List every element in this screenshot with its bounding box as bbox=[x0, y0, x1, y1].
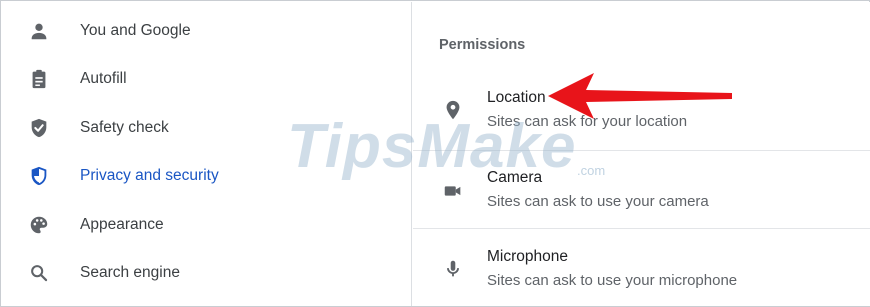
sidebar-item-safety-check[interactable]: Safety check bbox=[2, 108, 412, 148]
microphone-icon bbox=[441, 257, 465, 281]
camera-icon bbox=[441, 179, 465, 203]
permission-title: Location bbox=[487, 89, 546, 106]
settings-window: You and Google Autofill Safety check Pri… bbox=[0, 0, 870, 307]
sidebar-item-label: You and Google bbox=[80, 22, 191, 39]
permission-subtitle: Sites can ask for your location bbox=[487, 113, 688, 130]
permission-title: Microphone bbox=[487, 248, 568, 265]
clipboard-icon bbox=[28, 68, 50, 90]
shield-icon bbox=[28, 165, 50, 187]
permissions-panel: Permissions Location Sites can ask for y… bbox=[413, 2, 870, 306]
sidebar-item-label: Appearance bbox=[80, 216, 164, 233]
shield-check-icon bbox=[28, 117, 50, 139]
palette-icon bbox=[28, 214, 50, 236]
sidebar-item-you-and-google[interactable]: You and Google bbox=[2, 11, 412, 51]
location-pin-icon bbox=[441, 98, 465, 122]
sidebar-item-label: Safety check bbox=[80, 119, 169, 136]
sidebar-item-privacy-and-security[interactable]: Privacy and security bbox=[2, 156, 412, 196]
permission-row-microphone[interactable]: Microphone Sites can ask to use your mic… bbox=[413, 228, 870, 306]
permission-title: Camera bbox=[487, 169, 543, 186]
sidebar-item-label: Privacy and security bbox=[80, 167, 219, 184]
search-icon bbox=[28, 262, 50, 284]
permission-row-location[interactable]: Location Sites can ask for your location bbox=[413, 72, 870, 150]
permission-row-camera[interactable]: Camera Sites can ask to use your camera bbox=[413, 150, 870, 228]
section-title: Permissions bbox=[439, 37, 526, 53]
sidebar-item-label: Autofill bbox=[80, 70, 127, 87]
person-icon bbox=[28, 20, 50, 42]
sidebar-item-autofill[interactable]: Autofill bbox=[2, 59, 412, 99]
settings-sidebar: You and Google Autofill Safety check Pri… bbox=[2, 2, 412, 306]
permission-subtitle: Sites can ask to use your camera bbox=[487, 193, 709, 210]
sidebar-item-label: Search engine bbox=[80, 264, 180, 281]
sidebar-item-appearance[interactable]: Appearance bbox=[2, 205, 412, 245]
sidebar-item-search-engine[interactable]: Search engine bbox=[2, 253, 412, 293]
permission-subtitle: Sites can ask to use your microphone bbox=[487, 272, 738, 289]
